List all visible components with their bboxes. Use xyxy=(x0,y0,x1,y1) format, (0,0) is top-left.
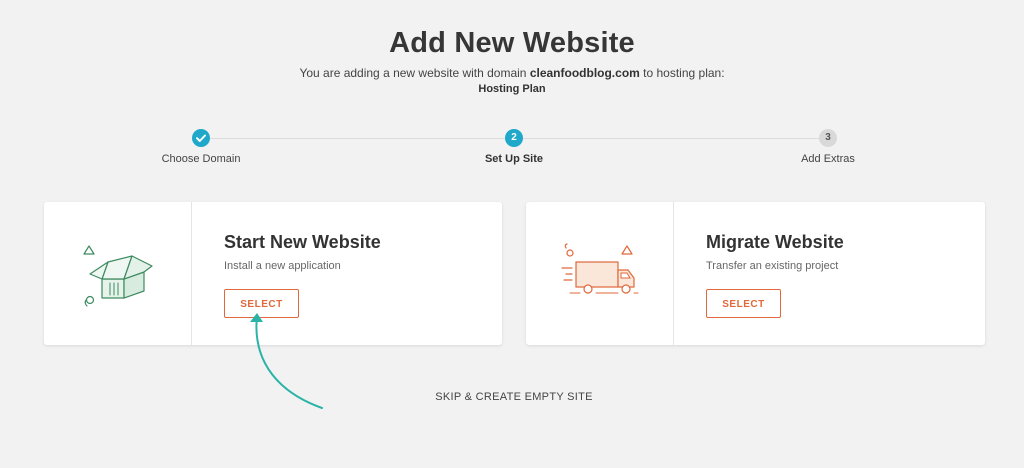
page-title: Add New Website xyxy=(389,27,635,59)
domain-name: cleanfoodblog.com xyxy=(529,66,640,80)
step-2-label: Set Up Site xyxy=(484,153,544,165)
step-1-check-icon xyxy=(192,129,210,147)
card-description: Install a new application xyxy=(224,260,341,272)
migrate-website-card: Migrate Website Transfer an existing pro… xyxy=(526,202,985,345)
page-subtitle: You are adding a new website with domain… xyxy=(0,66,1024,80)
card-divider xyxy=(191,202,192,345)
card-title: Migrate Website xyxy=(706,232,844,252)
subtitle-suffix: to hosting plan: xyxy=(639,66,725,80)
house-box-icon xyxy=(44,202,191,345)
select-migrate-website-button[interactable]: SELECT xyxy=(706,289,781,318)
step-1-label: Choose Domain xyxy=(161,153,241,165)
step-2-number: 2 xyxy=(505,129,523,147)
card-title: Start New Website xyxy=(224,232,381,252)
moving-truck-icon xyxy=(526,202,673,345)
subtitle-prefix: You are adding a new website with domain xyxy=(299,66,530,80)
hosting-plan-name: Hosting Plan xyxy=(478,83,546,95)
skip-create-empty-site-link[interactable]: SKIP & CREATE EMPTY SITE xyxy=(0,391,1024,403)
card-description: Transfer an existing project xyxy=(706,260,839,272)
step-3-number: 3 xyxy=(819,129,837,147)
step-3-label: Add Extras xyxy=(801,153,855,165)
card-divider xyxy=(673,202,674,345)
